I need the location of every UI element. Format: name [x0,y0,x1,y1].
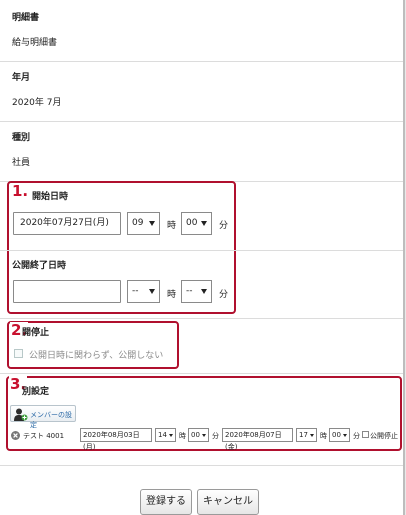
chevron-down-icon [310,434,314,437]
publish-start-label: 開始日時 [32,192,69,202]
year-month-value: 2020年 7月 [12,98,62,108]
chevron-down-icon [201,289,207,294]
row-end-minute-select[interactable]: 00 [329,428,350,442]
row-stop-checkbox[interactable] [362,431,369,438]
divider [0,61,403,62]
chevron-down-icon [202,434,206,437]
cancel-button[interactable]: キャンセル [197,489,259,515]
individual-setting-label: 別設定 [22,387,50,397]
publish-stop-checkbox-label[interactable]: 公開日時に関わらず、公開しない [29,348,163,361]
publish-stop-label: 開停止 [22,328,50,338]
chevron-down-icon [201,221,207,226]
row-end-date-input[interactable]: 2020年08月07日(金) [222,428,293,451]
hour-unit: 時 [320,432,327,440]
hour-unit: 時 [179,432,186,440]
chevron-down-icon [169,434,173,437]
publish-end-label: 公開終了日時 [12,261,67,271]
user-icon [14,408,28,421]
member-setting-label: メンバーの設定 [30,411,72,429]
row-end-hour-select[interactable]: 17 [296,428,317,442]
publish-end-hour-value: -- [132,286,139,296]
publish-end-hour-select[interactable]: -- [127,280,160,303]
chevron-down-icon [149,289,155,294]
remove-icon[interactable] [11,431,20,440]
publish-start-minute-value: 00 [186,218,198,228]
member-setting-button[interactable]: メンバーの設定 [10,405,76,429]
publish-end-minute-select[interactable]: -- [181,280,212,303]
annotation-number-1: 1. [11,182,30,200]
publish-start-date-input[interactable]: 2020年07月27日(月) [13,212,121,235]
row-start-minute-select[interactable]: 00 [188,428,209,442]
form-panel: 明細書 給与明細書 年月 2020年 7月 種別 社員 1. 開始日時 2020… [0,0,405,515]
member-name: テスト 4001 [23,432,65,440]
divider [0,318,403,319]
minute-unit: 分 [219,290,229,300]
row-end-minute-value: 00 [332,431,341,439]
chevron-down-icon [343,434,347,437]
publish-start-hour-select[interactable]: 09 [127,212,160,235]
divider [0,250,403,251]
publish-end-date-input[interactable] [13,280,121,303]
publish-start-hour-value: 09 [132,218,144,228]
year-month-label: 年月 [12,73,31,83]
divider [0,121,403,122]
type-value: 社員 [12,158,31,168]
hour-unit: 時 [167,221,177,231]
row-stop-label[interactable]: 公開停止 [370,431,398,441]
row-start-hour-value: 14 [158,431,167,439]
register-button[interactable]: 登録する [140,489,192,515]
statement-value: 給与明細書 [12,38,58,48]
publish-start-minute-select[interactable]: 00 [181,212,212,235]
publish-end-minute-value: -- [186,286,193,296]
row-start-hour-select[interactable]: 14 [155,428,176,442]
minute-unit: 分 [353,432,360,440]
row-end-hour-value: 17 [299,431,308,439]
divider [0,465,403,466]
type-label: 種別 [12,133,31,143]
minute-unit: 分 [212,432,219,440]
hour-unit: 時 [167,290,177,300]
row-start-date-input[interactable]: 2020年08月03日(月) [80,428,152,451]
row-start-minute-value: 00 [191,431,200,439]
publish-stop-checkbox[interactable] [14,349,23,358]
divider [0,373,403,374]
minute-unit: 分 [219,221,229,231]
chevron-down-icon [149,221,155,226]
statement-label: 明細書 [12,13,40,23]
